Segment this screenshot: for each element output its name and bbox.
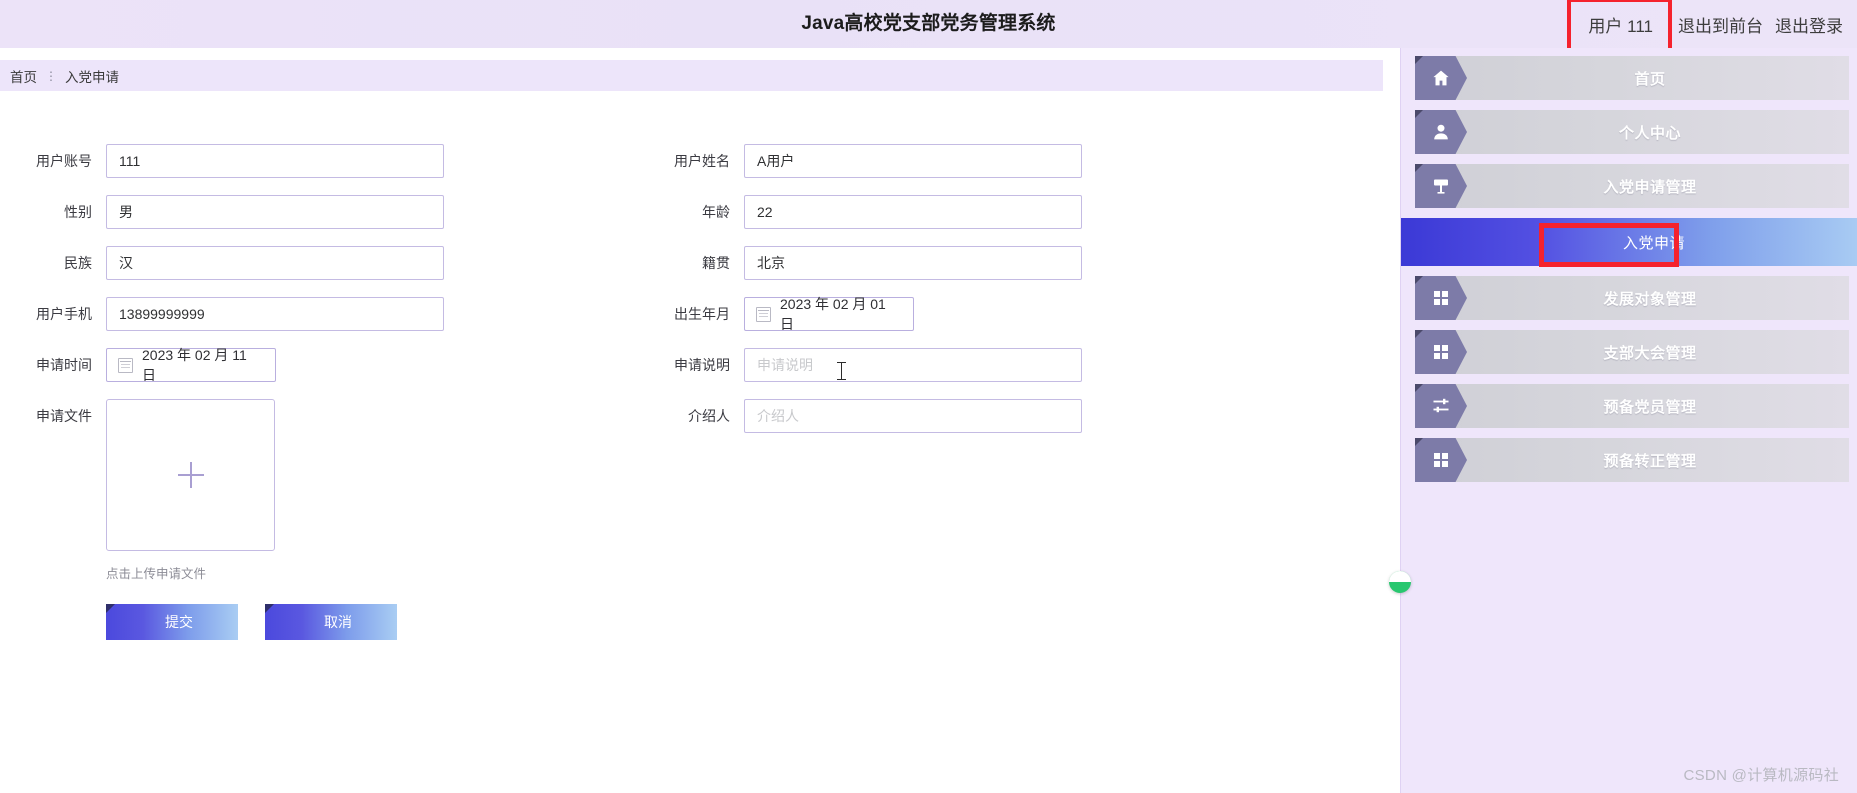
exit-to-frontend-link[interactable]: 退出到前台	[1678, 12, 1763, 37]
text-cursor-icon	[837, 362, 846, 380]
datepicker-birth-date[interactable]: 2023 年 02 月 01 日	[744, 296, 914, 332]
label-birth-date: 出生年月	[674, 306, 730, 322]
input-apply-desc[interactable]	[744, 348, 1082, 382]
floating-status-badge[interactable]	[1389, 571, 1411, 593]
birth-date-value: 2023 年 02 月 01 日	[780, 296, 886, 332]
menu-arrow	[1415, 110, 1467, 154]
input-referrer[interactable]	[744, 399, 1082, 433]
input-phone[interactable]	[106, 297, 444, 331]
label-hometown: 籍贯	[702, 255, 730, 271]
top-bar: Java高校党支部党务管理系统 用户 111 退出到前台 退出登录	[0, 0, 1857, 52]
field-row-referrer: 介绍人	[640, 399, 1082, 433]
input-ethnicity[interactable]	[106, 246, 444, 280]
apply-time-value: 2023 年 02 月 11 日	[142, 347, 247, 383]
form-left-column: 用户账号 性别 民族 用户手机 申请时间 2023 年 02 月 11 日	[0, 144, 444, 640]
label-referrer: 介绍人	[688, 408, 730, 424]
input-hometown[interactable]	[744, 246, 1082, 280]
field-row-apply-file: 申请文件 点击上传申请文件 提交 取消	[0, 399, 444, 640]
sidebar-item-probationary-member-mgmt[interactable]: 预备党员管理	[1415, 384, 1849, 428]
input-gender[interactable]	[106, 195, 444, 229]
field-row-phone: 用户手机	[0, 297, 444, 331]
label-apply-time: 申请时间	[36, 357, 92, 373]
breadcrumb: 首页 ⋮ 入党申请	[0, 60, 1383, 91]
right-sidebar: 首页 个人中心 入党申请管理 入党申请 发展对象管理 支部大会管理 预备党员管理…	[1400, 48, 1857, 793]
grid-icon	[1431, 450, 1451, 470]
user-icon	[1431, 122, 1451, 142]
sidebar-item-label: 首页	[1634, 70, 1666, 88]
sidebar-item-development-target-mgmt[interactable]: 发展对象管理	[1415, 276, 1849, 320]
label-user-account: 用户账号	[36, 153, 92, 169]
grid-icon	[1431, 288, 1451, 308]
field-row-user-account: 用户账号	[0, 144, 444, 178]
label-ethnicity: 民族	[64, 255, 92, 271]
sidebar-item-label: 预备转正管理	[1603, 452, 1697, 470]
input-user-account[interactable]	[106, 144, 444, 178]
cancel-button[interactable]: 取消	[265, 604, 397, 640]
home-icon	[1431, 68, 1451, 88]
input-age[interactable]	[744, 195, 1082, 229]
menu-arrow	[1415, 330, 1467, 374]
sidebar-item-join-application[interactable]: 入党申请	[1401, 218, 1857, 267]
sidebar-item-label: 入党申请管理	[1603, 178, 1697, 196]
menu-arrow	[1415, 438, 1467, 482]
menu-arrow	[1415, 220, 1467, 264]
cancel-button-label: 取消	[324, 614, 352, 630]
app-root: Java高校党支部党务管理系统 用户 111 退出到前台 退出登录 首页 ⋮ 入…	[0, 0, 1857, 793]
sidebar-item-label: 入党申请	[1622, 234, 1685, 252]
flag-icon	[1431, 176, 1451, 196]
field-row-ethnicity: 民族	[0, 246, 444, 280]
breadcrumb-separator-icon: ⋮	[45, 68, 57, 83]
field-row-apply-time: 申请时间 2023 年 02 月 11 日	[0, 347, 444, 383]
sidebar-item-personal-center[interactable]: 个人中心	[1415, 110, 1849, 154]
file-upload-dropzone[interactable]	[106, 399, 275, 551]
submit-button-label: 提交	[165, 614, 193, 630]
sidebar-item-label: 支部大会管理	[1603, 344, 1697, 362]
menu-arrow	[1415, 164, 1467, 208]
sidebar-item-home[interactable]: 首页	[1415, 56, 1849, 100]
menu-arrow	[1415, 276, 1467, 320]
field-row-apply-desc: 申请说明	[640, 348, 1082, 382]
label-gender: 性别	[64, 204, 92, 220]
field-row-birth-date: 出生年月 2023 年 02 月 01 日	[640, 296, 1082, 332]
main-content: 用户账号 性别 民族 用户手机 申请时间 2023 年 02 月 11 日	[0, 91, 1390, 793]
current-user-label[interactable]: 用户 111	[1567, 0, 1672, 52]
sidebar-menu: 首页 个人中心 入党申请管理 入党申请 发展对象管理 支部大会管理 预备党员管理…	[1401, 48, 1857, 482]
sidebar-item-label: 预备党员管理	[1603, 398, 1697, 416]
menu-arrow	[1415, 56, 1467, 100]
label-phone: 用户手机	[36, 306, 92, 322]
sidebar-item-application-mgmt[interactable]: 入党申请管理	[1415, 164, 1849, 208]
form-right-column: 用户姓名 年龄 籍贯 出生年月 2023 年 02 月 01 日 申请说明	[640, 144, 1082, 450]
sidebar-item-label: 个人中心	[1618, 124, 1681, 142]
upload-hint-text: 点击上传申请文件	[106, 567, 207, 581]
label-apply-desc: 申请说明	[674, 357, 730, 373]
breadcrumb-home[interactable]: 首页	[4, 66, 43, 86]
sidebar-item-label: 发展对象管理	[1603, 290, 1697, 308]
sidebar-item-probationary-conversion-mgmt[interactable]: 预备转正管理	[1415, 438, 1849, 482]
field-row-gender: 性别	[0, 195, 444, 229]
label-user-name: 用户姓名	[674, 153, 730, 169]
field-row-hometown: 籍贯	[640, 246, 1082, 280]
label-apply-file: 申请文件	[36, 408, 92, 424]
top-bar-actions: 用户 111 退出到前台 退出登录	[1567, 0, 1843, 52]
logout-link[interactable]: 退出登录	[1775, 12, 1843, 37]
sliders-icon	[1431, 396, 1451, 416]
datepicker-apply-time[interactable]: 2023 年 02 月 11 日	[106, 347, 276, 383]
breadcrumb-current: 入党申请	[65, 69, 119, 85]
menu-arrow	[1415, 384, 1467, 428]
watermark-text: CSDN @计算机源码社	[1683, 767, 1839, 784]
field-row-user-name: 用户姓名	[640, 144, 1082, 178]
form-actions: 提交 取消	[106, 604, 397, 640]
calendar-icon	[118, 357, 133, 373]
label-age: 年龄	[702, 204, 730, 220]
submit-button[interactable]: 提交	[106, 604, 238, 640]
sidebar-item-branch-meeting-mgmt[interactable]: 支部大会管理	[1415, 330, 1849, 374]
calendar-icon	[756, 306, 771, 322]
field-row-age: 年龄	[640, 195, 1082, 229]
plus-icon	[177, 462, 204, 488]
grid-icon	[1431, 342, 1451, 362]
input-user-name[interactable]	[744, 144, 1082, 178]
